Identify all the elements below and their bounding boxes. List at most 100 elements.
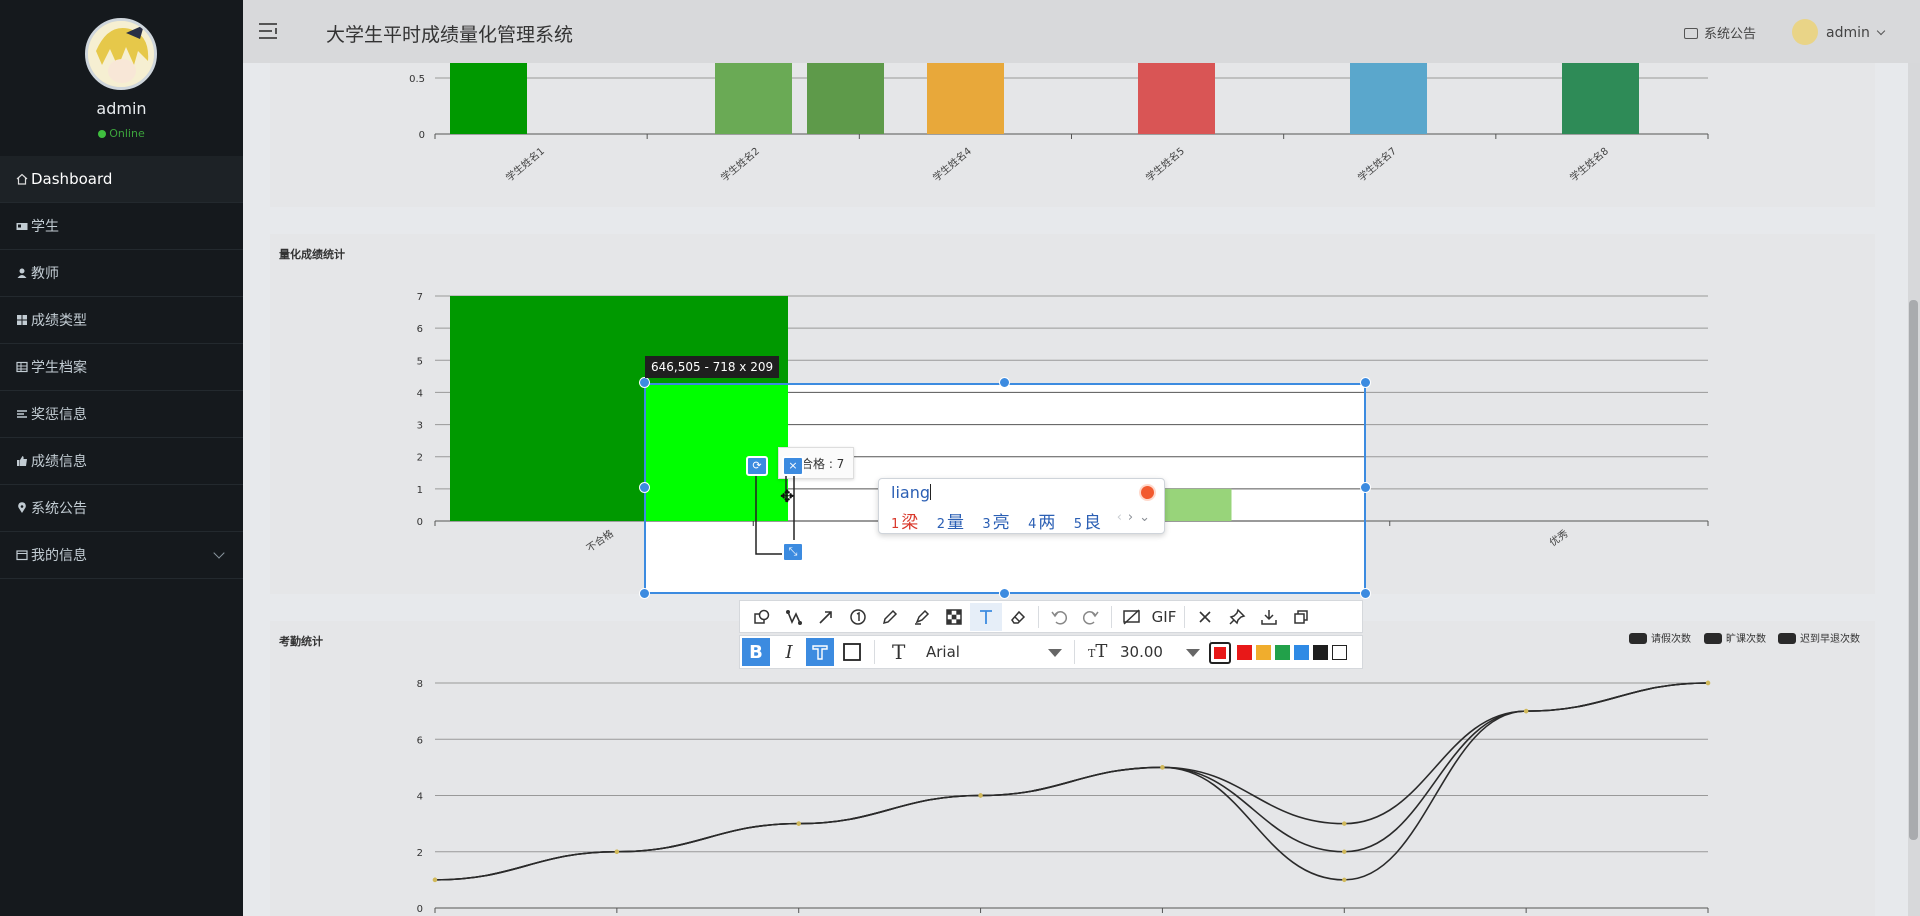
data-point (978, 793, 983, 798)
page-title: 大学生平时成绩量化管理系统 (326, 24, 574, 46)
copy-icon[interactable] (1285, 603, 1317, 631)
ime-candidate[interactable]: 3亮 (982, 513, 1009, 533)
sidebar-item-label: 系统公告 (31, 501, 87, 517)
status-text: Online (109, 127, 145, 140)
font-family-select[interactable]: T Arial (884, 636, 1070, 668)
ime-page-nav[interactable]: ‹›⌄ (1117, 510, 1156, 525)
scale-icon[interactable]: ⤡ (782, 542, 804, 562)
y-tick-label: 2 (417, 848, 423, 859)
sidebar-nav: Dashboard 学生 教师 成绩类型 学生档案 奖惩信息 成绩信息 系统公告… (0, 156, 243, 579)
chevron-down-icon (1186, 649, 1200, 657)
screen-record-icon[interactable] (1116, 603, 1148, 631)
bar (1350, 63, 1427, 134)
chevron-down-icon (1048, 649, 1062, 657)
y-tick-label: 7 (417, 292, 423, 303)
data-point (1705, 680, 1711, 686)
user-menu[interactable]: admin (1792, 19, 1886, 45)
ime-logo-icon (1139, 484, 1156, 501)
pen-tool-icon[interactable] (874, 603, 906, 631)
selected-color[interactable] (1209, 642, 1231, 664)
expand-icon: ⌄ (1139, 510, 1156, 525)
resize-handle-r[interactable] (1360, 482, 1371, 493)
legend-label: 请假次数 (1651, 632, 1691, 645)
sidebar-item-rewards[interactable]: 奖惩信息 (0, 391, 243, 438)
resize-handle-t[interactable] (999, 377, 1010, 388)
ime-candidate[interactable]: 4两 (1028, 513, 1055, 533)
pin-icon[interactable] (1221, 603, 1253, 631)
sidebar-item-scores[interactable]: 成绩信息 (0, 438, 243, 485)
ime-candidate[interactable]: 1梁 (891, 513, 918, 533)
sidebar-item-dashboard[interactable]: Dashboard (0, 156, 243, 203)
y-tick-label: 6 (417, 735, 423, 746)
prev-page-icon: ‹ (1116, 510, 1128, 525)
undo-icon[interactable] (1043, 603, 1075, 631)
color-swatch-green[interactable] (1275, 645, 1290, 660)
ime-candidate[interactable]: 2量 (937, 513, 964, 533)
resize-handle-tl[interactable] (639, 377, 650, 388)
arrow-tool-icon[interactable] (810, 603, 842, 631)
sidebar-item-notices[interactable]: 系统公告 (0, 485, 243, 532)
y-tick-label: 6 (417, 324, 423, 335)
color-swatch-red[interactable] (1237, 645, 1252, 660)
delete-text-icon[interactable]: × (782, 456, 804, 476)
y-tick-label: 5 (417, 356, 423, 367)
ime-candidate[interactable]: 5良 (1074, 513, 1101, 533)
online-status: Online (0, 127, 243, 140)
font-size-select[interactable]: TT 30.00 (1078, 636, 1206, 668)
close-icon[interactable] (1189, 603, 1221, 631)
avatar-image (88, 21, 154, 87)
toolbar-divider (1111, 605, 1112, 628)
color-swatch-white[interactable] (1332, 645, 1347, 660)
notice-link[interactable]: 系统公告 (1684, 23, 1756, 42)
number-tool-icon[interactable] (842, 603, 874, 631)
polyline-tool-icon[interactable] (778, 603, 810, 631)
redo-icon[interactable] (1075, 603, 1107, 631)
text-background-button[interactable] (838, 638, 866, 666)
resize-handle-b[interactable] (999, 588, 1010, 599)
sidebar-item-my-info[interactable]: 我的信息 (0, 532, 243, 579)
italic-button[interactable]: I (775, 638, 803, 666)
sidebar-item-score-types[interactable]: 成绩类型 (0, 297, 243, 344)
selection-dimensions: 646,505 - 718 x 209 (645, 356, 780, 378)
x-tick-label: 学生姓名7 (1355, 144, 1399, 184)
mosaic-tool-icon[interactable] (938, 603, 970, 631)
bar (1562, 63, 1639, 134)
page-scrollbar-thumb[interactable] (1909, 300, 1918, 840)
user-avatar[interactable] (85, 18, 157, 90)
sidebar-item-student-files[interactable]: 学生档案 (0, 344, 243, 391)
sidebar-item-label: 成绩类型 (31, 313, 87, 329)
rotate-icon[interactable]: ⟳ (746, 456, 768, 476)
ime-candidates: 1梁 2量 3亮 4两 5良 (891, 508, 1114, 533)
sidebar-item-teachers[interactable]: 教师 (0, 250, 243, 297)
eraser-tool-icon[interactable] (1002, 603, 1034, 631)
grid-icon (16, 314, 28, 326)
menu-toggle-icon[interactable] (259, 22, 277, 40)
resize-handle-br[interactable] (1360, 588, 1371, 599)
resize-handle-bl[interactable] (639, 588, 650, 599)
color-swatch-orange[interactable] (1256, 645, 1271, 660)
header-username: admin (1826, 25, 1870, 41)
bold-button[interactable]: B (742, 638, 770, 666)
font-size-value: 30.00 (1120, 643, 1163, 661)
annotation-toolbar: GIF (739, 600, 1363, 633)
gif-button[interactable]: GIF (1148, 603, 1180, 631)
sidebar-item-label: 奖惩信息 (31, 407, 87, 423)
color-swatch-black[interactable] (1313, 645, 1328, 660)
top-header: 大学生平时成绩量化管理系统 系统公告 admin (243, 0, 1920, 63)
highlighter-tool-icon[interactable] (906, 603, 938, 631)
id-card-icon (16, 220, 28, 232)
user-icon (16, 267, 28, 279)
download-icon[interactable] (1253, 603, 1285, 631)
text-tool-icon[interactable] (970, 602, 1002, 631)
data-point (1342, 849, 1347, 854)
resize-handle-l[interactable] (639, 482, 650, 493)
color-swatch-blue[interactable] (1294, 645, 1309, 660)
text-stroke-button[interactable] (806, 638, 834, 666)
ime-pinyin: liang (891, 483, 930, 502)
ime-candidate-window[interactable]: liang 1梁 2量 3亮 4两 5良 ‹›⌄ (878, 478, 1165, 534)
resize-handle-tr[interactable] (1360, 377, 1371, 388)
shape-tool-icon[interactable] (746, 603, 778, 631)
legend-swatch (1778, 633, 1796, 644)
x-tick-label: 学生姓名2 (718, 144, 762, 184)
sidebar-item-students[interactable]: 学生 (0, 203, 243, 250)
